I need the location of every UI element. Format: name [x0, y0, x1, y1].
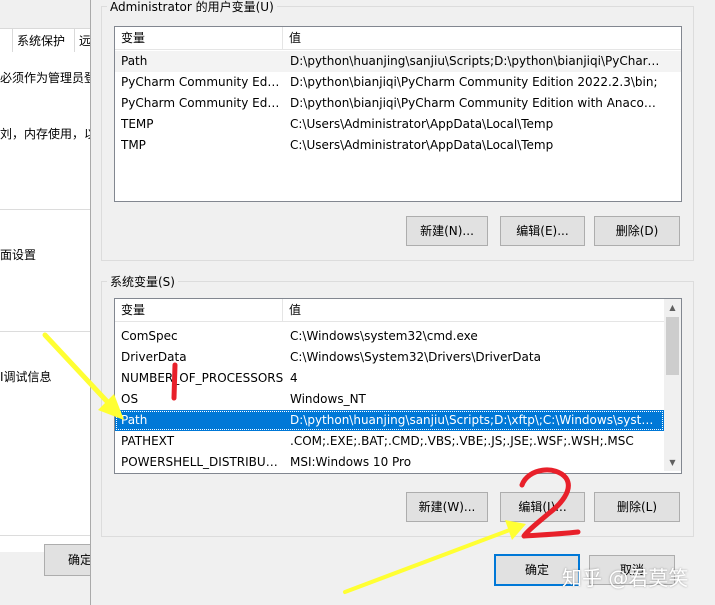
variable-name: Path [121, 413, 148, 427]
table-row[interactable]: ComSpec C:\Windows\system32\cmd.exe [115, 326, 664, 347]
variable-value: C:\Users\Administrator\AppData\Local\Tem… [290, 117, 554, 131]
system-variables-list[interactable]: 变量 值 ComSpec C:\Windows\system32\cmd.exe… [114, 298, 682, 474]
variable-value: D:\python\bianjiqi\PyCharm Community Edi… [290, 96, 660, 110]
column-header-value[interactable]: 值 [283, 299, 301, 321]
table-row[interactable]: PyCharm Community Editi... D:\python\bia… [115, 72, 681, 93]
system-new-button[interactable]: 新建(W)... [406, 492, 488, 522]
scroll-up-arrow-icon[interactable]: ▲ [664, 299, 681, 316]
user-variables-list[interactable]: 变量 值 Path D:\python\huanjing\sanjiu\Scri… [114, 26, 682, 202]
user-edit-button[interactable]: 编辑(E)... [500, 216, 585, 246]
variable-name: TEMP [121, 117, 154, 131]
table-row-selected[interactable]: Path D:\python\huanjing\sanjiu\Scripts;D… [115, 410, 664, 431]
table-row[interactable]: POWERSHELL_DISTRIBUTI... MSI:Windows 10 … [115, 452, 664, 473]
variable-value: .COM;.EXE;.BAT;.CMD;.VBS;.VBE;.JS;.JSE;.… [290, 434, 634, 448]
column-header-variable[interactable]: 变量 [115, 27, 283, 49]
user-variables-title: Administrator 的用户变量(U) [107, 0, 277, 15]
column-header-variable[interactable]: 变量 [115, 299, 283, 321]
variable-value: C:\Windows\system32\cmd.exe [290, 329, 478, 343]
system-delete-button[interactable]: 删除(L) [594, 492, 680, 522]
variable-name: POWERSHELL_DISTRIBUTI... [121, 455, 281, 469]
background-tab-strip: 系统保护 远 [0, 28, 106, 53]
variable-value: MSI:Windows 10 Pro [290, 455, 412, 469]
table-row[interactable]: TMP C:\Users\Administrator\AppData\Local… [115, 135, 681, 156]
variable-name: Path [121, 54, 148, 68]
divider [0, 535, 100, 536]
user-new-button[interactable]: 新建(N)... [406, 216, 488, 246]
variable-value: D:\python\huanjing\sanjiu\Scripts;D:\xft… [290, 413, 660, 427]
column-header-value[interactable]: 值 [283, 27, 301, 49]
table-row[interactable]: Path D:\python\huanjing\sanjiu\Scripts;D… [115, 51, 681, 72]
variable-name: TMP [121, 138, 146, 152]
table-row[interactable]: DriverData C:\Windows\System32\Drivers\D… [115, 347, 664, 368]
background-advanced-panel: 必须作为管理员登 刘，内存使用，以 面设置 I调试信息 [0, 52, 100, 552]
scroll-thumb[interactable] [666, 317, 679, 375]
list-header: 变量 值 [115, 299, 664, 322]
tab-system-protection[interactable]: 系统保护 [12, 28, 82, 53]
environment-variables-dialog: Administrator 的用户变量(U) 变量 值 Path D:\pyth… [90, 0, 715, 605]
admin-notice-text: 必须作为管理员登 [0, 71, 97, 85]
variable-value: 4 [290, 371, 298, 385]
variable-name: OS [121, 392, 139, 406]
table-row[interactable]: PyCharm Community Editi... D:\python\bia… [115, 93, 681, 114]
variable-value: D:\python\huanjing\sanjiu\Scripts;D:\pyt… [290, 54, 660, 68]
system-variables-scrollbar[interactable]: ▲ ▼ [664, 299, 681, 471]
divider [0, 209, 100, 210]
variable-name: NUMBER_OF_PROCESSORS [121, 371, 284, 385]
scroll-down-arrow-icon[interactable]: ▼ [664, 454, 681, 471]
table-row[interactable]: TEMP C:\Users\Administrator\AppData\Loca… [115, 114, 681, 135]
variable-name: PATHEXT [121, 434, 175, 448]
user-delete-button[interactable]: 删除(D) [594, 216, 680, 246]
variable-value: C:\Users\Administrator\AppData\Local\Tem… [290, 138, 554, 152]
variable-value: Windows_NT [290, 392, 366, 406]
variable-name: PyCharm Community Editi... [121, 96, 281, 110]
divider [0, 331, 100, 332]
variable-name: ComSpec [121, 329, 178, 343]
variable-value: D:\python\bianjiqi\PyCharm Community Edi… [290, 75, 658, 89]
table-row[interactable]: OS Windows_NT [115, 389, 664, 410]
zhihu-watermark: 知乎 @君莫笑 [562, 566, 689, 590]
system-variables-title: 系统变量(S) [107, 273, 178, 290]
user-profile-settings-text: 面设置 [0, 248, 37, 262]
variable-value: C:\Windows\System32\Drivers\DriverData [290, 350, 541, 364]
background-system-properties-window: 系统保护 远 必须作为管理员登 刘，内存使用，以 面设置 I调试信息 确定 [0, 0, 116, 605]
table-row[interactable]: PATHEXT .COM;.EXE;.BAT;.CMD;.VBS;.VBE;.J… [115, 431, 664, 452]
list-header: 变量 值 [115, 27, 681, 50]
variable-name: DriverData [121, 350, 187, 364]
table-row[interactable]: NUMBER_OF_PROCESSORS 4 [115, 368, 664, 389]
variable-name: PyCharm Community Editi... [121, 75, 281, 89]
performance-description: 刘，内存使用，以 [0, 127, 97, 141]
system-edit-button[interactable]: 编辑(I)... [500, 492, 585, 522]
startup-debug-text: I调试信息 [0, 370, 52, 384]
